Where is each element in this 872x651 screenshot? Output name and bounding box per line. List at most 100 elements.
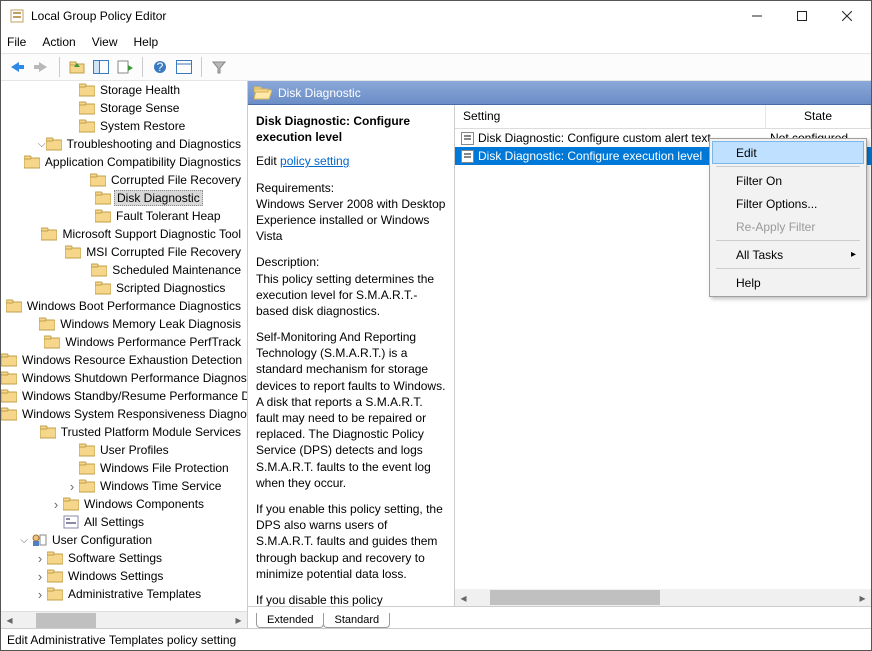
folder-icon xyxy=(1,370,17,386)
expand-icon[interactable]: › xyxy=(49,497,63,512)
tree-item[interactable]: User Profiles xyxy=(1,441,247,459)
tree-item[interactable]: Microsoft Support Diagnostic Tool xyxy=(1,225,247,243)
column-state[interactable]: State xyxy=(766,105,871,128)
row-setting-text: Disk Diagnostic: Configure execution lev… xyxy=(478,149,702,163)
tree[interactable]: Storage Health Storage Sense System Restor… xyxy=(1,81,247,610)
scroll-left-icon[interactable]: ◂ xyxy=(455,589,472,606)
tree-item[interactable]: Fault Tolerant Heap xyxy=(1,207,247,225)
tree-item[interactable]: ›Windows Time Service xyxy=(1,477,247,495)
tree-item-label: Storage Sense xyxy=(98,101,181,115)
menu-view[interactable]: View xyxy=(92,35,118,49)
tree-item[interactable]: Windows Performance PerfTrack xyxy=(1,333,247,351)
tree-item[interactable]: Windows Resource Exhaustion Detection xyxy=(1,351,247,369)
back-button[interactable] xyxy=(7,56,29,78)
tree-item[interactable]: Windows Shutdown Performance Diagnostics xyxy=(1,369,247,387)
tree-item[interactable]: Scheduled Maintenance xyxy=(1,261,247,279)
tree-item-label: System Restore xyxy=(98,119,187,133)
tree-item[interactable]: Windows Standby/Resume Performance Diagn… xyxy=(1,387,247,405)
filter-button[interactable] xyxy=(208,56,230,78)
tab-standard[interactable]: Standard xyxy=(323,613,390,628)
tree-item-label: Software Settings xyxy=(66,551,164,565)
properties-button[interactable] xyxy=(173,56,195,78)
ctx-filter-on[interactable]: Filter On xyxy=(712,169,864,192)
forward-button[interactable] xyxy=(31,56,53,78)
up-level-button[interactable] xyxy=(66,56,88,78)
menubar: File Action View Help xyxy=(1,31,871,53)
menu-file[interactable]: File xyxy=(7,35,26,49)
tree-item[interactable]: ›Administrative Templates xyxy=(1,585,247,603)
collapse-icon[interactable]: ⌵ xyxy=(17,535,31,546)
description-text-1: This policy setting determines the execu… xyxy=(256,272,434,318)
show-hide-tree-button[interactable] xyxy=(90,56,112,78)
tree-item-label: Windows Standby/Resume Performance Diagn… xyxy=(20,389,247,403)
tree-item[interactable]: Windows Memory Leak Diagnosis xyxy=(1,315,247,333)
tree-item-label: Windows File Protection xyxy=(98,461,231,475)
tree-item[interactable]: System Restore xyxy=(1,117,247,135)
export-list-button[interactable] xyxy=(114,56,136,78)
scroll-right-icon[interactable]: ▸ xyxy=(230,612,247,629)
ctx-edit[interactable]: Edit xyxy=(712,141,864,164)
tree-item-label: All Settings xyxy=(82,515,146,529)
expand-icon[interactable]: › xyxy=(33,551,47,566)
tree-item[interactable]: Corrupted File Recovery xyxy=(1,171,247,189)
app-window: Local Group Policy Editor File Action Vi… xyxy=(0,0,872,651)
tree-item[interactable]: Windows File Protection xyxy=(1,459,247,477)
ctx-reapply-filter: Re-Apply Filter xyxy=(712,215,864,238)
tree-h-scrollbar[interactable]: ◂ ▸ xyxy=(1,611,247,628)
tree-item[interactable]: Storage Health xyxy=(1,81,247,99)
folder-icon xyxy=(79,460,95,476)
column-setting[interactable]: Setting xyxy=(455,105,766,128)
folder-icon xyxy=(79,442,95,458)
tree-item-label: Windows Resource Exhaustion Detection xyxy=(20,353,244,367)
tree-item-label: Windows Components xyxy=(82,497,206,511)
tree-item[interactable]: Windows System Responsiveness Diagnostic… xyxy=(1,405,247,423)
list-h-scrollbar[interactable]: ◂ ▸ xyxy=(455,589,871,606)
toolbar-separator xyxy=(201,57,202,77)
tree-item[interactable]: Application Compatibility Diagnostics xyxy=(1,153,247,171)
scroll-thumb[interactable] xyxy=(36,613,96,628)
folder-icon xyxy=(1,388,17,404)
maximize-button[interactable] xyxy=(779,2,824,31)
help-button[interactable]: ? xyxy=(149,56,171,78)
tree-item[interactable]: › Windows Components xyxy=(1,495,247,513)
tree-item[interactable]: All Settings xyxy=(1,513,247,531)
tree-item[interactable]: › Software Settings xyxy=(1,549,247,567)
ctx-help[interactable]: Help xyxy=(712,271,864,294)
ctx-filter-options[interactable]: Filter Options... xyxy=(712,192,864,215)
collapse-icon[interactable]: ⌵ xyxy=(38,139,46,150)
folder-icon xyxy=(46,136,62,152)
edit-prefix: Edit xyxy=(256,154,280,168)
row-setting-text: Disk Diagnostic: Configure custom alert … xyxy=(478,131,711,145)
scroll-right-icon[interactable]: ▸ xyxy=(854,589,871,606)
tree-item[interactable]: Windows Boot Performance Diagnostics xyxy=(1,297,247,315)
requirements-text: Windows Server 2008 with Desktop Experie… xyxy=(256,197,445,243)
folder-icon xyxy=(65,244,81,260)
folder-open-icon xyxy=(254,85,272,101)
menu-action[interactable]: Action xyxy=(42,35,75,49)
tree-item[interactable]: ⌵Troubleshooting and Diagnostics xyxy=(1,135,247,153)
ctx-separator xyxy=(716,166,860,167)
tab-extended[interactable]: Extended xyxy=(256,613,324,628)
tree-item-label: Fault Tolerant Heap xyxy=(114,209,223,223)
expand-icon[interactable]: › xyxy=(33,587,47,602)
tree-item[interactable]: Scripted Diagnostics xyxy=(1,279,247,297)
tree-item[interactable]: MSI Corrupted File Recovery xyxy=(1,243,247,261)
policy-icon xyxy=(461,132,474,145)
tree-item[interactable]: ⌵ User Configuration xyxy=(1,531,247,549)
minimize-button[interactable] xyxy=(734,2,779,31)
scroll-thumb[interactable] xyxy=(490,590,660,605)
scroll-left-icon[interactable]: ◂ xyxy=(1,612,18,629)
expand-icon[interactable]: › xyxy=(65,479,79,494)
tree-item[interactable]: Storage Sense xyxy=(1,99,247,117)
expand-icon[interactable]: › xyxy=(33,569,47,584)
tree-item[interactable]: Trusted Platform Module Services xyxy=(1,423,247,441)
edit-policy-link[interactable]: policy setting xyxy=(280,154,349,168)
ctx-all-tasks[interactable]: All Tasks▸ xyxy=(712,243,864,266)
tree-item[interactable]: ›Windows Settings xyxy=(1,567,247,585)
tree-item[interactable]: Disk Diagnostic xyxy=(1,189,247,207)
tree-item-label: User Configuration xyxy=(50,533,154,547)
tree-item-label: MSI Corrupted File Recovery xyxy=(84,245,243,259)
folder-icon xyxy=(90,172,106,188)
menu-help[interactable]: Help xyxy=(134,35,159,49)
close-button[interactable] xyxy=(824,2,869,31)
